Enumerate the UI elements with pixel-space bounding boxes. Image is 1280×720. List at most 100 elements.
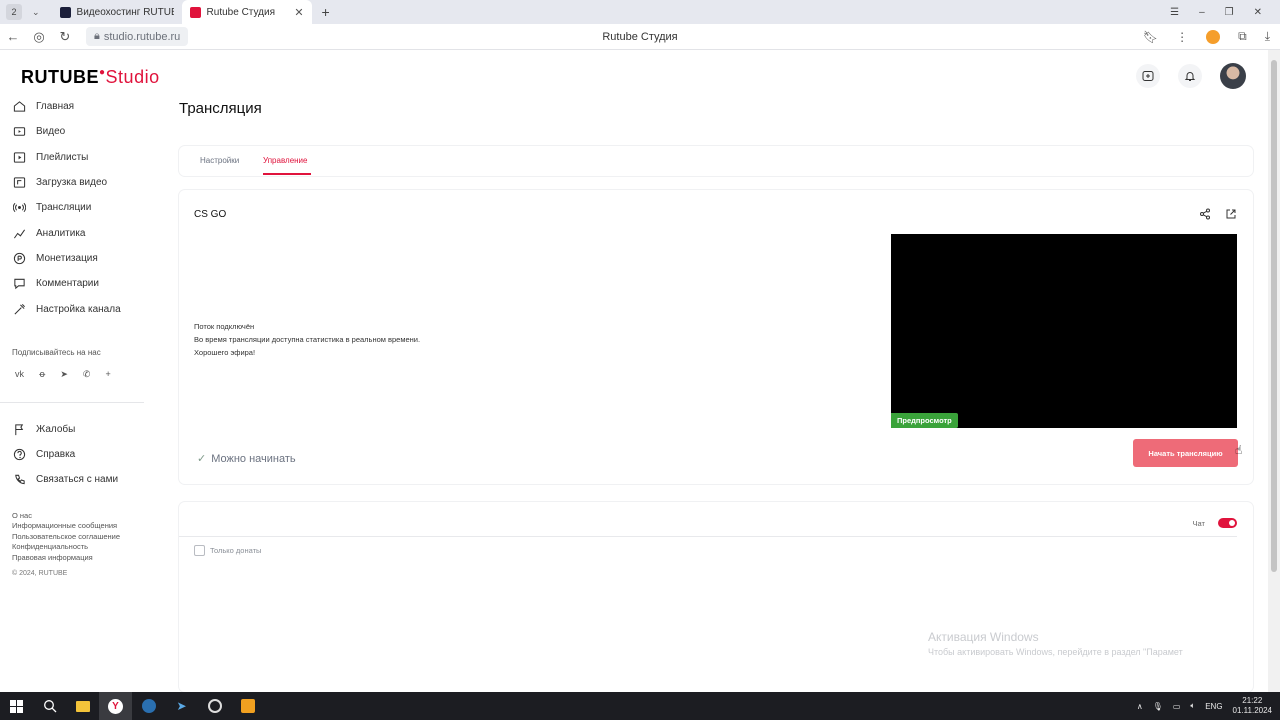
open-external-icon[interactable] [1225, 208, 1237, 220]
checkbox-box[interactable] [194, 545, 205, 556]
stream-status-message: Поток подключён Во время трансляции дост… [194, 320, 420, 359]
chat-label: Чат [1192, 519, 1205, 528]
logo-studio: Studio [105, 67, 160, 87]
mouse-cursor-icon: ☝ [1235, 443, 1243, 457]
footer-link-terms[interactable]: Пользовательское соглашение [12, 532, 150, 543]
sidebar-item-label: Комментарии [36, 278, 99, 290]
microphone-icon[interactable]: 🎙︎ [1153, 702, 1163, 711]
collections-icon[interactable]: ⧉ [1238, 29, 1247, 44]
clock[interactable]: 21:22 01.11.2024 [1233, 696, 1272, 716]
browser-tab-rutube[interactable]: Видеохостинг RUTUBE. С [52, 0, 182, 24]
status-line-stats: Во время трансляции доступна статистика … [194, 335, 421, 344]
rutube-favicon-icon [59, 6, 71, 18]
tab-settings[interactable]: Настройки [200, 156, 239, 165]
settings-icon [14, 303, 25, 315]
video-preview[interactable] [891, 234, 1237, 428]
logo-brand: RUTUBE [21, 67, 99, 87]
close-tab-icon[interactable]: ✕ [294, 6, 303, 19]
address-bar-actions: 🔖︎ ⋮ ⧉ ⤓ [1143, 29, 1270, 44]
sidebar-item-upload[interactable]: Загрузка видео [0, 170, 150, 195]
volume-icon[interactable]: 🔈︎ [1190, 701, 1195, 711]
clock-time: 21:22 [1242, 696, 1263, 705]
extension-icon[interactable] [1206, 29, 1221, 44]
windows-taskbar: Y ➤ ∧ 🎙︎ ▭ 🔈︎ ENG 21:22 01.11.2024 [0, 692, 1280, 720]
start-broadcast-button[interactable]: Начать трансляцию [1133, 439, 1238, 467]
obs-icon[interactable] [198, 692, 231, 720]
sidebar-item-comments[interactable]: Комментарии [0, 271, 150, 296]
page-scrollbar[interactable] [1268, 50, 1280, 692]
sidebar-item-complaints[interactable]: Жалобы [0, 417, 150, 442]
ready-status: ✓ Можно начинать [197, 452, 296, 466]
sidebar-item-monetization[interactable]: Монетизация [0, 246, 150, 271]
search-icon[interactable] [33, 692, 66, 720]
reload-icon[interactable]: ↻ [52, 29, 78, 45]
cs-go-icon[interactable] [231, 692, 264, 720]
protect-icon[interactable]: ◎ [26, 29, 52, 45]
tabs-dropdown-icon[interactable]: ⌄ [32, 7, 40, 18]
sidebar-item-label: Связаться с нами [36, 474, 119, 486]
ready-text: Можно начинать [211, 452, 296, 465]
donations-only-checkbox[interactable]: Только донаты [194, 545, 261, 556]
tab-management[interactable]: Управление [263, 156, 307, 165]
download-icon[interactable]: ⤓ [1265, 29, 1270, 44]
network-icon[interactable]: ▭ [1173, 702, 1181, 711]
sidebar-item-video[interactable]: Видео [0, 119, 150, 144]
bookmark-icon[interactable]: 🔖︎ [1143, 30, 1158, 44]
rutube-studio-logo[interactable]: RUTUBE●Studio [21, 67, 160, 88]
sidebar-item-home[interactable]: Главная [0, 94, 150, 119]
main-content: Трансляция Настройки Управление CS GO По… [179, 50, 1253, 692]
sidebar-item-analytics[interactable]: Аналитика [0, 220, 150, 245]
stream-card: CS GO Поток подключён Во время трансляци… [179, 190, 1253, 484]
active-tab-underline [263, 173, 311, 175]
vk-icon[interactable]: vk [15, 369, 24, 380]
monetization-icon [13, 252, 26, 265]
ok-icon[interactable]: ꝋ [39, 369, 45, 380]
tray-expand-icon[interactable]: ∧ [1137, 702, 1143, 711]
viber-icon[interactable]: ✆ [83, 369, 91, 380]
footer-link-about[interactable]: О нас [12, 511, 150, 522]
broadcast-icon [13, 203, 26, 213]
back-icon[interactable]: ← [0, 29, 26, 44]
sidebar-item-playlists[interactable]: Плейлисты [0, 145, 150, 170]
language-indicator[interactable]: ENG [1205, 702, 1222, 711]
system-tray: ∧ 🎙︎ ▭ 🔈︎ ENG 21:22 01.11.2024 [1137, 692, 1272, 720]
more-menu-icon[interactable]: ⋮ [1176, 30, 1188, 44]
home-icon [13, 101, 26, 112]
share-icon[interactable] [1199, 208, 1211, 220]
browser-tabbar: 2 ⌄ Видеохостинг RUTUBE. С Rutube Студия… [0, 0, 1280, 24]
footer-link-legal[interactable]: Правовая информация [12, 553, 150, 564]
minimize-icon[interactable]: – [1199, 7, 1205, 18]
sidebar-item-channel-settings[interactable]: Настройка канала [0, 296, 150, 321]
close-window-icon[interactable]: ✕ [1254, 7, 1262, 18]
more-social-icon[interactable]: + [105, 369, 110, 380]
tab-menu-icon[interactable]: ☰ [1170, 7, 1179, 18]
chat-divider [179, 536, 1237, 537]
yandex-browser-icon[interactable]: Y [99, 692, 132, 720]
new-tab-icon[interactable]: + [322, 4, 330, 20]
url-field[interactable]: 🔒︎ studio.rutube.ru [86, 27, 189, 46]
steam-icon[interactable] [132, 692, 165, 720]
sidebar-item-contact[interactable]: Связаться с нами [0, 467, 150, 492]
sidebar-item-label: Монетизация [36, 252, 98, 264]
flag-icon [15, 424, 24, 435]
sidebar-item-help[interactable]: Справка [0, 442, 150, 467]
help-icon [13, 448, 26, 461]
status-line-connected: Поток подключён [194, 322, 255, 331]
window-controls: ☰ – ❐ ✕ [1170, 0, 1280, 24]
file-explorer-icon[interactable] [66, 692, 99, 720]
browser-tab-studio[interactable]: Rutube Студия ✕ [181, 0, 312, 24]
page-title-bar: Rutube Студия [602, 30, 678, 43]
video-icon [13, 127, 26, 137]
footer-link-privacy[interactable]: Конфиденциальность [12, 542, 150, 553]
restore-icon[interactable]: ❐ [1225, 7, 1234, 18]
comments-icon [14, 279, 25, 290]
chat-toggle[interactable] [1218, 518, 1237, 528]
telegram-icon[interactable]: ➤ [60, 369, 68, 380]
scrollbar-thumb[interactable] [1271, 60, 1277, 572]
windows-start-icon[interactable] [0, 692, 33, 720]
sidebar-item-broadcasts[interactable]: Трансляции [0, 195, 150, 220]
telegram-app-icon[interactable]: ➤ [165, 692, 198, 720]
status-line-greeting: Хорошего эфира! [194, 348, 256, 357]
footer-link-info[interactable]: Информационные сообщения [12, 521, 150, 532]
tab-count[interactable]: 2 [6, 4, 22, 20]
